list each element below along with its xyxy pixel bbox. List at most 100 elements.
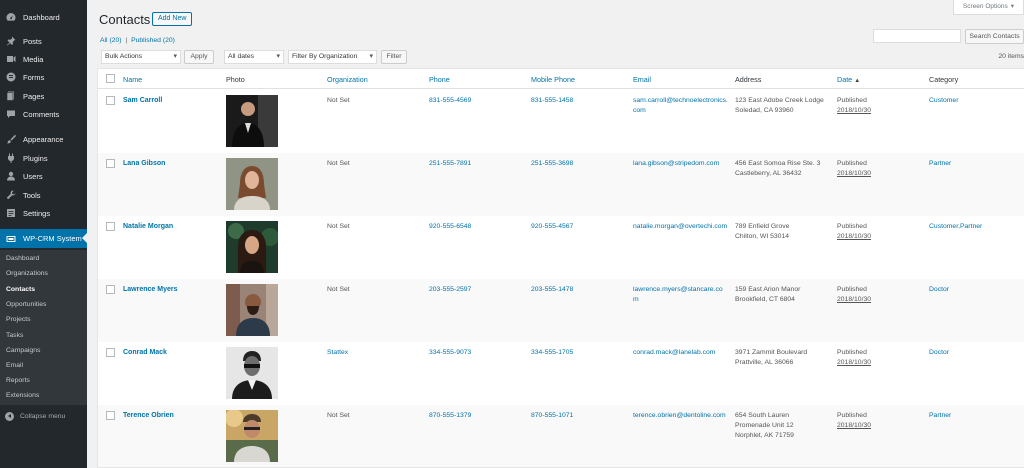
collapse-arrow-icon	[5, 411, 14, 421]
apply-button[interactable]: Apply	[184, 50, 214, 64]
column-organization[interactable]: Organization	[327, 75, 368, 84]
mobile-phone-link[interactable]: 870-555-1071	[531, 411, 573, 421]
column-date[interactable]: Date ▲	[837, 75, 860, 84]
email-link[interactable]: terence.obrien@dentoline.com	[633, 411, 728, 421]
submenu-organizations[interactable]: Organizations	[6, 270, 48, 277]
submenu-dashboard[interactable]: Dashboard	[6, 255, 39, 262]
row-checkbox[interactable]	[106, 411, 115, 420]
search-input[interactable]	[873, 29, 961, 43]
menu-pages[interactable]: Pages	[0, 87, 87, 105]
column-address: Address	[735, 75, 762, 84]
mobile-phone-link[interactable]: 203-555-1478	[531, 285, 573, 295]
contact-photo	[226, 158, 278, 210]
submenu-projects[interactable]: Projects	[6, 316, 31, 323]
submenu-tasks[interactable]: Tasks	[6, 332, 23, 339]
submenu-extensions[interactable]: Extensions	[6, 392, 39, 399]
category-link[interactable]: Partner	[929, 159, 951, 169]
contact-name-link[interactable]: Conrad Mack	[123, 348, 167, 358]
collapse-menu-button[interactable]: Collapse menu	[0, 408, 87, 424]
phone-link[interactable]: 203-555-2597	[429, 285, 471, 295]
contact-name-link[interactable]: Lawrence Myers	[123, 285, 177, 295]
row-checkbox[interactable]	[106, 348, 115, 357]
email-link[interactable]: conrad.mack@lanelab.com	[633, 348, 733, 358]
address-value: 159 East Arion Manor Brookfield, CT 6804	[735, 286, 801, 303]
mobile-phone-link[interactable]: 831-555-1458	[531, 96, 573, 106]
column-mobile-phone[interactable]: Mobile Phone	[531, 75, 575, 84]
filter-all-link[interactable]: All (20)	[100, 37, 122, 44]
contact-name-link[interactable]: Sam Carroll	[123, 96, 162, 106]
menu-label: Posts	[23, 36, 42, 46]
submenu-opportunities[interactable]: Opportunities	[6, 301, 46, 308]
mobile-phone-link[interactable]: 251-555-3698	[531, 159, 573, 169]
category-link[interactable]: Doctor	[929, 285, 949, 295]
submenu-contacts[interactable]: Contacts	[6, 286, 35, 293]
row-checkbox[interactable]	[106, 96, 115, 105]
category-link[interactable]: Doctor	[929, 348, 949, 358]
bulk-actions-select[interactable]: Bulk Actions	[101, 50, 181, 64]
organization-link[interactable]: Stattex	[327, 348, 348, 358]
menu-wp-crm-system[interactable]: WP-CRM System	[0, 229, 87, 248]
submenu-campaigns[interactable]: Campaigns	[6, 347, 40, 354]
menu-plugins[interactable]: Plugins	[0, 149, 87, 167]
menu-users[interactable]: Users	[0, 167, 87, 185]
menu-forms[interactable]: Forms	[0, 68, 87, 86]
menu-dashboard[interactable]: Dashboard	[0, 8, 87, 26]
submenu-reports[interactable]: Reports	[6, 377, 30, 384]
category-link[interactable]: Partner	[929, 411, 951, 421]
submenu-email[interactable]: Email	[6, 362, 23, 369]
category-link[interactable]: Customer	[929, 96, 958, 106]
menu-appearance[interactable]: Appearance	[0, 130, 87, 148]
phone-link[interactable]: 251-555-7891	[429, 159, 471, 169]
column-phone[interactable]: Phone	[429, 75, 450, 84]
category-link[interactable]: Customer,Partner	[929, 222, 982, 232]
contact-name-link[interactable]: Terence Obrien	[123, 411, 174, 421]
menu-label: Media	[23, 54, 44, 64]
date-value: Published 2018/10/30	[837, 97, 872, 114]
email-link[interactable]: natalie.morgan@overtechi.com	[633, 222, 728, 232]
menu-label: Forms	[23, 72, 45, 82]
search-contacts-button[interactable]: Search Contacts	[965, 29, 1024, 44]
phone-link[interactable]: 334-555-9073	[429, 348, 471, 358]
crm-icon	[5, 233, 17, 245]
phone-link[interactable]: 870-555-1379	[429, 411, 471, 421]
email-link[interactable]: sam.carroll@technoelectronics.com	[633, 96, 728, 116]
contact-name-link[interactable]: Lana Gibson	[123, 159, 165, 169]
menu-comments[interactable]: Comments	[0, 105, 87, 123]
organization-filter-select[interactable]: Filter By Organization	[288, 50, 377, 64]
wrench-icon	[5, 189, 17, 201]
filter-published-link[interactable]: Published (20)	[131, 37, 175, 44]
organization-value: Not Set	[327, 160, 350, 167]
column-email[interactable]: Email	[633, 75, 651, 84]
contact-name-link[interactable]: Natalie Morgan	[123, 222, 173, 232]
date-value: Published 2018/10/30	[837, 286, 872, 303]
select-all-checkbox[interactable]	[106, 74, 115, 83]
forms-icon	[5, 71, 17, 83]
mobile-phone-link[interactable]: 334-555-1705	[531, 348, 573, 358]
status-filter-links: All (20) | Published (20)	[100, 37, 175, 44]
pin-icon	[5, 35, 17, 47]
email-link[interactable]: lana.gibson@stripedom.com	[633, 159, 728, 169]
menu-label: Pages	[23, 91, 45, 101]
table-row: Sam Carroll Not Set 831-555-4569 831-555…	[98, 90, 1024, 153]
email-link[interactable]: lawrence.myers@stancare.com	[633, 285, 728, 305]
date-value: Published 2018/10/30	[837, 412, 872, 429]
row-checkbox[interactable]	[106, 159, 115, 168]
menu-posts[interactable]: Posts	[0, 32, 87, 50]
menu-label: Plugins	[23, 153, 48, 163]
menu-tools[interactable]: Tools	[0, 186, 87, 204]
add-new-button[interactable]: Add New	[152, 12, 193, 26]
menu-settings[interactable]: Settings	[0, 204, 87, 222]
screen-options-button[interactable]: Screen Options	[952, 0, 1024, 15]
row-checkbox[interactable]	[106, 222, 115, 231]
date-filter-select[interactable]: All dates	[224, 50, 284, 64]
crm-submenu: Dashboard Organizations Contacts Opportu…	[0, 250, 87, 405]
column-name[interactable]: Name	[123, 75, 142, 84]
menu-media[interactable]: Media	[0, 50, 87, 68]
phone-link[interactable]: 920-555-6548	[429, 222, 471, 232]
table-row: Conrad Mack Stattex 334-555-9073 334-555…	[98, 342, 1024, 405]
mobile-phone-link[interactable]: 920-555-4567	[531, 222, 573, 232]
row-checkbox[interactable]	[106, 285, 115, 294]
phone-link[interactable]: 831-555-4569	[429, 96, 471, 106]
filter-button[interactable]: Filter	[381, 50, 407, 64]
comment-icon	[5, 108, 17, 120]
